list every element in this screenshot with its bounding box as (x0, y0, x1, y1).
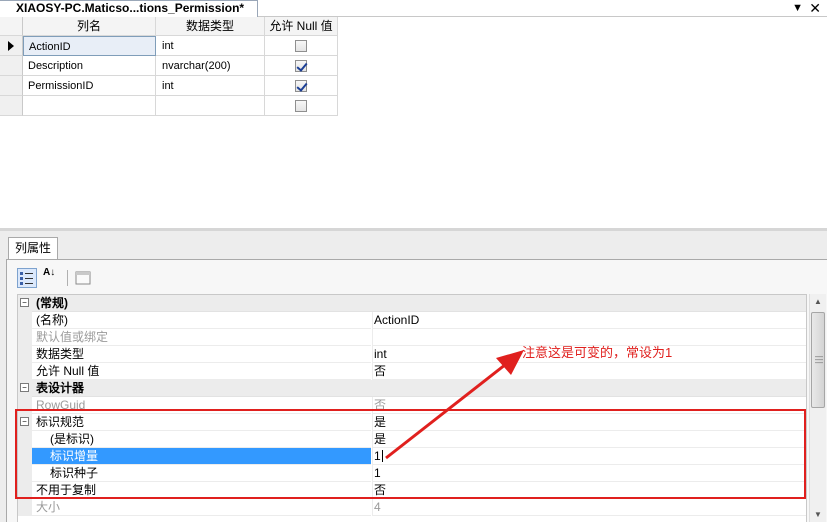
property-label: 数据类型 (32, 346, 371, 363)
category-label: 表设计器 (32, 380, 806, 397)
annotation-text: 注意这是可变的，常设为1 (522, 345, 673, 360)
property-row[interactable]: 数据类型 int (18, 346, 806, 363)
data-type-cell[interactable] (156, 96, 265, 116)
property-value[interactable]: 4 (372, 499, 806, 516)
collapse-icon[interactable]: − (20, 383, 29, 392)
data-type-cell[interactable]: nvarchar(200) (156, 56, 265, 76)
property-pages-button[interactable] (73, 268, 93, 288)
row-selector[interactable] (0, 76, 23, 96)
property-value[interactable]: 否 (372, 363, 806, 380)
property-value[interactable]: 否 (372, 482, 806, 499)
header-data-type[interactable]: 数据类型 (156, 17, 265, 36)
allow-null-checkbox[interactable] (295, 80, 307, 92)
property-label: 标识增量 (32, 448, 371, 465)
row-selector[interactable] (0, 96, 23, 116)
allow-null-checkbox[interactable] (295, 60, 307, 72)
column-properties-panel: 列属性 A↓ − (常规) (名称) ActionID 默认值或绑定 数据类型 … (0, 231, 827, 522)
property-value: 1 (374, 449, 381, 463)
property-grid: − (常规) (名称) ActionID 默认值或绑定 数据类型 int 允许 … (17, 294, 807, 522)
document-tab-title: XIAOSY-PC.Maticso...tions_Permission* (16, 1, 245, 15)
grid-corner (0, 17, 23, 36)
scroll-down-icon[interactable]: ▼ (810, 507, 826, 522)
property-value[interactable]: 是 (372, 431, 806, 448)
table-row[interactable]: Description nvarchar(200) (0, 56, 338, 76)
column-name-cell[interactable] (23, 96, 156, 116)
document-tab[interactable]: XIAOSY-PC.Maticso...tions_Permission* (0, 0, 258, 17)
scroll-up-icon[interactable]: ▲ (810, 294, 826, 310)
category-table-designer[interactable]: − 表设计器 (18, 380, 806, 397)
vertical-scrollbar[interactable]: ▲ — — — ▼ (809, 294, 826, 522)
table-row[interactable] (0, 96, 338, 116)
allow-null-cell (265, 36, 338, 56)
allow-null-cell (265, 76, 338, 96)
property-label: 标识规范 (32, 414, 371, 431)
property-row[interactable]: (名称) ActionID (18, 312, 806, 329)
property-label: 大小 (32, 499, 371, 516)
tab-column-properties[interactable]: 列属性 (8, 237, 58, 259)
property-toolbar: A↓ (15, 267, 99, 289)
document-tab-bar: XIAOSY-PC.Maticso...tions_Permission* ▼ … (0, 0, 827, 17)
property-label: 标识种子 (32, 465, 371, 482)
property-label: 默认值或绑定 (32, 329, 371, 346)
header-column-name[interactable]: 列名 (23, 17, 156, 36)
property-value[interactable]: 否 (372, 397, 806, 414)
property-value[interactable]: ActionID (372, 312, 806, 329)
property-row[interactable]: 允许 Null 值 否 (18, 363, 806, 380)
allow-null-checkbox[interactable] (295, 100, 307, 112)
property-label: RowGuid (32, 397, 371, 414)
identity-increment-input[interactable]: 1 (372, 448, 806, 465)
scroll-thumb[interactable]: — — — (811, 312, 825, 408)
property-row-identity-increment[interactable]: 标识增量 1 (18, 448, 806, 465)
property-row[interactable]: 大小 4 (18, 499, 806, 516)
table-row[interactable]: PermissionID int (0, 76, 338, 96)
categorized-icon (20, 272, 33, 285)
alphabetical-button[interactable]: A↓ (39, 268, 59, 288)
row-pointer-icon (8, 41, 14, 51)
property-value[interactable]: 1 (372, 465, 806, 482)
column-name-cell[interactable]: ActionID (23, 36, 156, 56)
property-row[interactable]: (是标识) 是 (18, 431, 806, 448)
close-icon[interactable]: ✕ (809, 0, 821, 16)
allow-null-cell (265, 56, 338, 76)
collapse-icon[interactable]: − (20, 298, 29, 307)
property-row[interactable]: 标识种子 1 (18, 465, 806, 482)
chevron-down-icon[interactable]: ▼ (792, 1, 803, 15)
property-pages-icon (75, 271, 91, 285)
allow-null-cell (265, 96, 338, 116)
grip-icon: — — — (815, 352, 823, 367)
column-name-cell[interactable]: PermissionID (23, 76, 156, 96)
category-label: (常规) (32, 295, 806, 312)
property-row-identity-spec[interactable]: − 标识规范 是 (18, 414, 806, 431)
header-allow-null[interactable]: 允许 Null 值 (265, 17, 338, 36)
property-label: 不用于复制 (32, 482, 371, 499)
property-row[interactable]: 默认值或绑定 (18, 329, 806, 346)
panel-body: A↓ − (常规) (名称) ActionID 默认值或绑定 数据类型 int … (6, 259, 827, 522)
row-selector[interactable] (0, 56, 23, 76)
table-row[interactable]: ActionID int (0, 36, 338, 56)
column-name-cell[interactable]: Description (23, 56, 156, 76)
property-label: 允许 Null 值 (32, 363, 371, 380)
allow-null-checkbox[interactable] (295, 40, 307, 52)
property-row[interactable]: 不用于复制 否 (18, 482, 806, 499)
data-type-cell[interactable]: int (156, 36, 265, 56)
column-grid: 列名 数据类型 允许 Null 值 ActionID int Descripti… (0, 17, 338, 116)
toolbar-separator (67, 270, 68, 286)
property-label: (名称) (32, 312, 371, 329)
category-general[interactable]: − (常规) (18, 295, 806, 312)
alphabetical-sort-icon: A↓ (43, 267, 56, 278)
property-label: (是标识) (32, 431, 371, 448)
property-row[interactable]: RowGuid 否 (18, 397, 806, 414)
data-type-cell[interactable]: int (156, 76, 265, 96)
grid-header-row: 列名 数据类型 允许 Null 值 (0, 17, 338, 36)
property-value[interactable]: 是 (372, 414, 806, 431)
row-selector[interactable] (0, 36, 23, 56)
collapse-icon[interactable]: − (20, 417, 29, 426)
categorized-button[interactable] (17, 268, 37, 288)
text-caret (381, 450, 383, 462)
